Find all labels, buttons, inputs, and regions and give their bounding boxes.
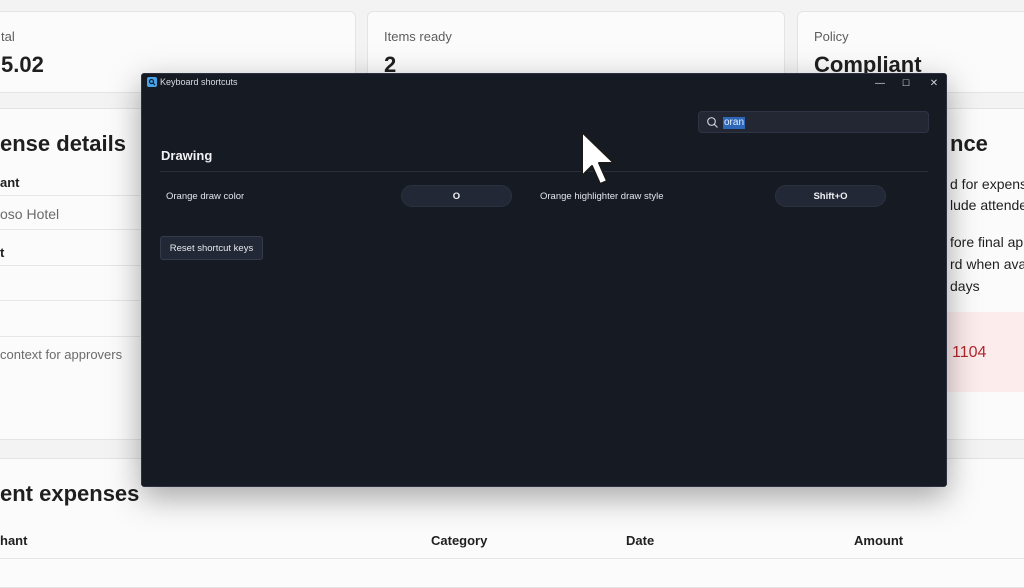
column-header-date: Date (626, 533, 655, 548)
guidance-line: fore final ap (950, 234, 1024, 250)
search-icon (707, 117, 718, 128)
keyboard-shortcuts-window: Keyboard shortcuts — ☐ ✕ oran Drawing Or… (141, 73, 947, 487)
details-divider (0, 195, 140, 196)
recent-expenses-title: ent expenses (0, 481, 140, 506)
mouse-cursor-icon (581, 131, 615, 185)
items-ready-label: Items ready (384, 29, 452, 44)
total-value: 5.02 (1, 52, 44, 77)
details-divider (0, 336, 140, 337)
search-input[interactable]: oran (723, 117, 746, 129)
table-header-divider (0, 558, 1024, 559)
window-title: Keyboard shortcuts (160, 77, 238, 87)
guidance-line: rd when ava (950, 256, 1024, 272)
details-row-merchant: ant (0, 175, 20, 190)
expense-details-title: ense details (0, 131, 126, 156)
details-row-context: context for approvers (0, 347, 123, 362)
column-header-amount: Amount (854, 533, 904, 548)
close-button[interactable]: ✕ (921, 74, 947, 92)
group-title-drawing: Drawing (161, 148, 213, 163)
reset-shortcuts-button[interactable]: Reset shortcut keys (160, 236, 263, 260)
title-bar[interactable]: Keyboard shortcuts — ☐ ✕ (142, 74, 946, 92)
shortcut-label: Orange draw color (166, 191, 245, 202)
details-divider (0, 229, 140, 230)
column-header-category: Category (431, 533, 488, 548)
guidance-line: lude attende (950, 197, 1024, 213)
shortcut-key-button[interactable]: O (401, 185, 512, 207)
total-label: tal (1, 29, 15, 44)
shortcut-search-box[interactable]: oran (698, 111, 929, 133)
maximize-button[interactable]: ☐ (893, 74, 919, 92)
policy-alert-value: 1104 (952, 344, 987, 361)
shortcut-key-button[interactable]: Shift+O (775, 185, 886, 207)
details-row-hotel: oso Hotel (0, 206, 60, 222)
guidance-line: d for expens (950, 176, 1024, 192)
column-header-merchant: hant (0, 533, 28, 548)
policy-label: Policy (814, 29, 849, 44)
guidance-title: nce (950, 131, 988, 156)
shortcut-label: Orange highlighter draw style (540, 191, 664, 202)
app-icon (147, 77, 157, 87)
details-divider (0, 300, 140, 301)
guidance-line: days (950, 278, 980, 294)
details-divider (0, 265, 140, 266)
details-row-amount: t (0, 245, 5, 260)
group-divider (160, 171, 928, 172)
minimize-button[interactable]: — (867, 74, 893, 92)
